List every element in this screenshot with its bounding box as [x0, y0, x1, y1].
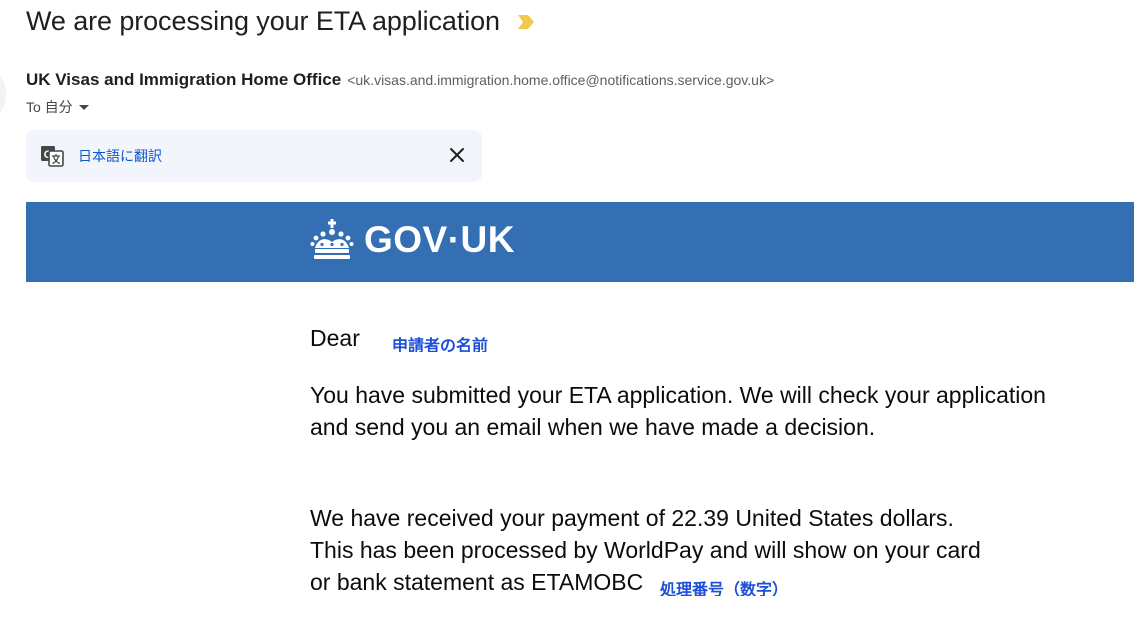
sender-name[interactable]: UK Visas and Immigration Home Office	[26, 70, 341, 90]
important-marker-icon[interactable]	[517, 14, 534, 29]
crown-icon	[310, 219, 354, 259]
recipient-label: To 自分	[26, 99, 73, 115]
chevron-down-icon[interactable]	[78, 104, 89, 110]
reference-number-annotation: 処理番号（数字）	[660, 582, 789, 596]
recipient-details-toggle[interactable]: To 自分	[26, 97, 89, 117]
translate-link[interactable]: 日本語に翻訳	[78, 146, 162, 166]
avatar[interactable]	[0, 74, 6, 114]
translate-bar: G 日本語に翻訳	[26, 130, 482, 182]
sender-email: <uk.visas.and.immigration.home.office@no…	[347, 72, 775, 88]
email-subject: We are processing your ETA application	[26, 6, 500, 36]
email-view: We are processing your ETA application U…	[0, 0, 1134, 624]
payment-line: We have received your payment of 22.39 U…	[310, 505, 954, 531]
application-paragraph: You have submitted your ETA application.…	[310, 382, 1046, 440]
subject-row: We are processing your ETA application	[26, 6, 534, 37]
payment-line: This has been processed by WorldPay and …	[310, 537, 981, 563]
gov-uk-logo[interactable]: GOV·UK	[310, 218, 515, 262]
payment-line: or bank statement as ETAMOBC	[310, 569, 644, 595]
sender-row: UK Visas and Immigration Home Office <uk…	[26, 70, 774, 90]
gov-uk-header: GOV·UK	[26, 202, 1134, 282]
applicant-name-annotation: 申請者の名前	[392, 338, 489, 352]
gov-uk-wordmark: GOV·UK	[364, 219, 515, 260]
close-icon[interactable]	[448, 146, 466, 164]
greeting: Dear	[310, 325, 360, 351]
translate-icon: G	[41, 146, 64, 167]
